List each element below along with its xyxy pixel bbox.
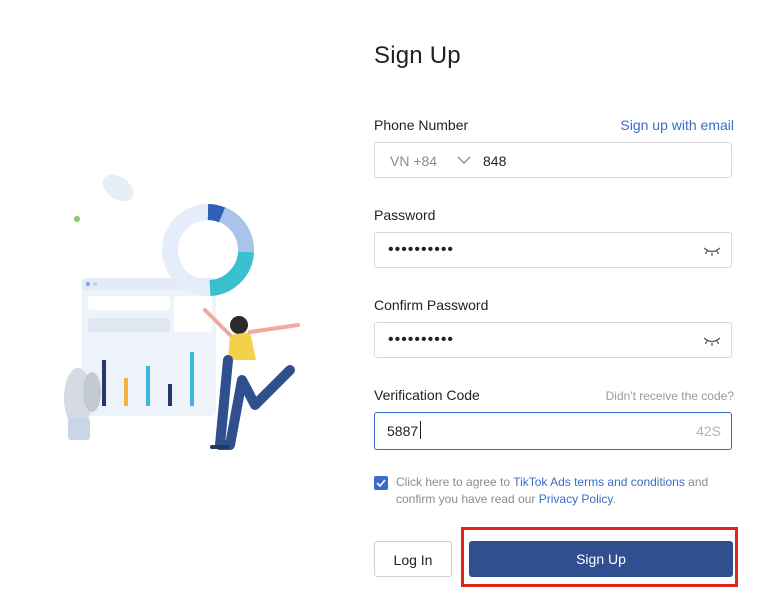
privacy-policy-link[interactable]: Privacy Policy [539, 492, 613, 506]
agreement-text: Click here to agree to TikTok Ads terms … [396, 474, 736, 508]
confirm-password-input[interactable]: •••••••••• [388, 331, 454, 349]
country-code-select[interactable]: VN +84 [390, 153, 437, 169]
eye-closed-icon[interactable] [703, 335, 721, 347]
password-field[interactable]: •••••••••• [374, 232, 732, 268]
agreement-text-part: Click here to agree to [396, 475, 514, 489]
signup-with-email-link[interactable]: Sign up with email [620, 117, 734, 133]
resend-timer: 42S [696, 423, 721, 439]
verification-code-field[interactable]: 5887 42S [374, 412, 732, 450]
checkmark-icon [376, 479, 386, 487]
password-input[interactable]: •••••••••• [388, 241, 454, 259]
login-button[interactable]: Log In [374, 541, 452, 577]
agreement-text-part: . [612, 492, 616, 506]
chevron-down-icon[interactable] [457, 155, 471, 165]
agree-checkbox[interactable] [374, 476, 388, 490]
verification-code-input[interactable]: 5887 [387, 423, 418, 439]
terms-link[interactable]: TikTok Ads terms and conditions [513, 475, 685, 489]
confirm-password-label: Confirm Password [374, 297, 489, 313]
eye-closed-icon[interactable] [703, 245, 721, 257]
signup-form: Sign Up Phone Number Sign up with email … [374, 0, 734, 612]
page-title: Sign Up [374, 42, 461, 69]
resend-code-link[interactable]: Didn't receive the code? [606, 389, 734, 403]
phone-number-field[interactable]: VN +84 848 [374, 142, 732, 178]
highlight-annotation [461, 527, 738, 587]
verification-code-label: Verification Code [374, 387, 480, 403]
signup-illustration [50, 160, 320, 460]
phone-number-input[interactable]: 848 [483, 153, 506, 169]
password-label: Password [374, 207, 436, 223]
phone-number-label: Phone Number [374, 117, 469, 133]
confirm-password-field[interactable]: •••••••••• [374, 322, 732, 358]
text-cursor [420, 421, 421, 439]
